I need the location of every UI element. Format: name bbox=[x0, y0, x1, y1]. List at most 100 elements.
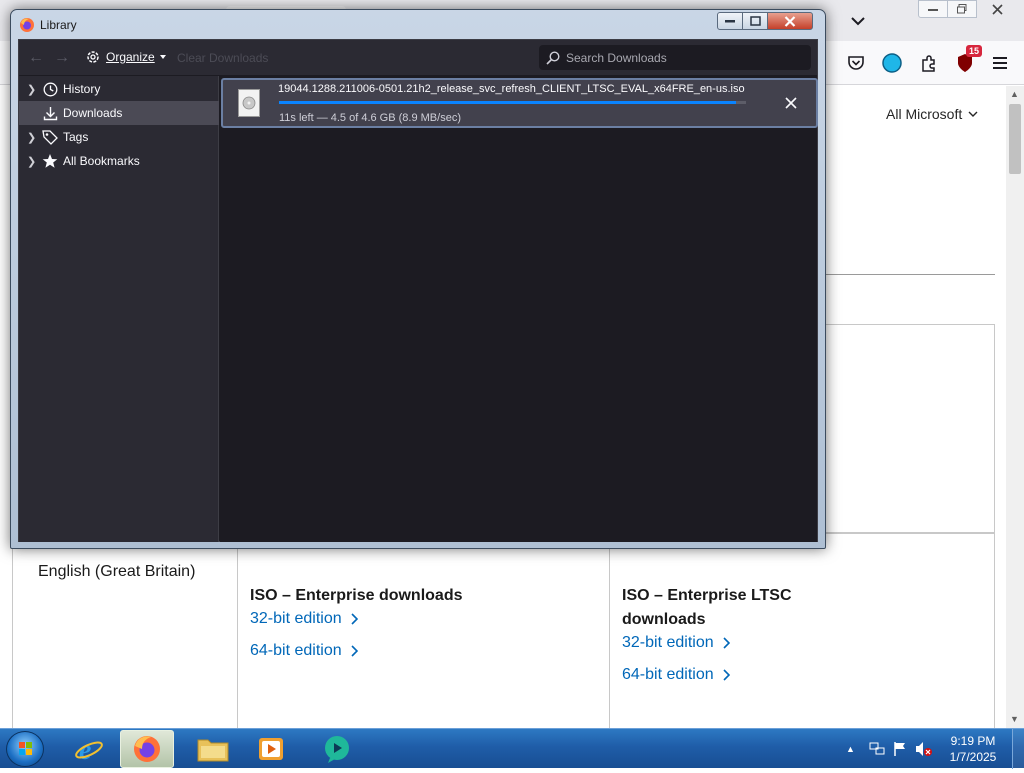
app-menu-button[interactable] bbox=[988, 51, 1012, 75]
system-tray: ▲ bbox=[840, 729, 933, 769]
show-desktop-button[interactable] bbox=[1012, 729, 1024, 769]
search-icon bbox=[546, 50, 560, 65]
dropdown-arrow-icon bbox=[159, 55, 166, 59]
download-table-row: English (Great Britain) ISO – Enterprise… bbox=[12, 532, 995, 728]
puzzle-icon bbox=[922, 55, 935, 72]
chevron-down-icon bbox=[968, 111, 978, 117]
clear-downloads-button[interactable]: Clear Downloads bbox=[177, 51, 268, 65]
library-close-button[interactable] bbox=[767, 12, 813, 30]
sidebar-item-label: All Bookmarks bbox=[63, 154, 140, 168]
enterprise-cell: ISO – Enterprise downloads 32-bit editio… bbox=[237, 533, 609, 728]
system-clock[interactable]: 9:19 PM 1/7/2025 bbox=[938, 733, 1008, 765]
taskbar-file-explorer[interactable] bbox=[186, 730, 240, 768]
windows-logo-icon bbox=[19, 742, 32, 755]
expand-chevron-icon[interactable]: ❯ bbox=[27, 155, 41, 168]
chevron-down-icon bbox=[851, 16, 865, 25]
ltsc-cell: ISO – Enterprise LTSC downloads 32-bit e… bbox=[609, 533, 995, 728]
tab-list-button[interactable] bbox=[846, 10, 870, 32]
action-center-flag-icon[interactable] bbox=[893, 741, 907, 757]
chevron-right-icon bbox=[351, 613, 358, 625]
search-downloads-input[interactable]: Search Downloads bbox=[539, 45, 811, 70]
clock-time: 9:19 PM bbox=[950, 734, 996, 748]
browser-minimize-button[interactable] bbox=[918, 0, 948, 18]
sidebar-item-downloads[interactable]: Downloads bbox=[19, 101, 219, 125]
library-title: Library bbox=[40, 18, 77, 32]
sidebar-item-history[interactable]: ❯ History bbox=[19, 77, 219, 101]
network-icon[interactable] bbox=[869, 742, 885, 756]
library-content: ← → Organize Clear Downloads Search Down… bbox=[18, 39, 818, 542]
expand-chevron-icon[interactable]: ❯ bbox=[27, 131, 41, 144]
library-window: Library ← → Organize Clear Downloads Sea… bbox=[10, 9, 826, 549]
chevron-right-icon bbox=[723, 669, 730, 681]
search-placeholder: Search Downloads bbox=[566, 50, 667, 65]
download-progress-fill bbox=[279, 101, 736, 104]
organize-button[interactable]: Organize bbox=[85, 49, 166, 65]
close-icon bbox=[785, 97, 797, 109]
browser-close-button[interactable] bbox=[976, 0, 1018, 18]
hamburger-menu-icon bbox=[993, 57, 1007, 69]
section-heading: ISO – Enterprise downloads bbox=[250, 587, 463, 604]
organize-label: Organize bbox=[106, 50, 155, 64]
library-maximize-button[interactable] bbox=[742, 12, 768, 30]
link-label: 32-bit edition bbox=[250, 610, 342, 627]
star-icon bbox=[41, 153, 59, 169]
link-label: 64-bit edition bbox=[622, 666, 714, 683]
downloads-list: 19044.1288.211006-0501.21h2_release_svc_… bbox=[220, 76, 818, 542]
pocket-icon bbox=[848, 56, 864, 70]
account-button[interactable] bbox=[880, 51, 904, 75]
scroll-up-arrow-icon[interactable]: ▲ bbox=[1010, 89, 1020, 99]
enterprise-64bit-link[interactable]: 64-bit edition bbox=[250, 641, 358, 661]
taskbar-internet-explorer[interactable]: e bbox=[62, 730, 116, 768]
sidebar-item-label: Tags bbox=[63, 130, 89, 144]
media-player-icon bbox=[259, 738, 283, 760]
account-avatar-icon bbox=[882, 53, 902, 73]
folder-icon bbox=[197, 739, 229, 762]
cancel-download-button[interactable] bbox=[781, 93, 801, 113]
taskbar: e ▲ 9:19 PM 1/7/2025 bbox=[0, 728, 1024, 769]
all-microsoft-menu[interactable]: All Microsoft bbox=[886, 106, 978, 122]
sidebar-item-label: Downloads bbox=[63, 106, 123, 120]
ltsc-32bit-link[interactable]: 32-bit edition bbox=[622, 633, 730, 653]
ublock-extension-button[interactable]: 15 bbox=[953, 45, 983, 75]
minimize-icon bbox=[725, 20, 735, 23]
section-heading-line-2: downloads bbox=[622, 611, 706, 628]
sidebar-item-tags[interactable]: ❯ Tags bbox=[19, 125, 219, 149]
taskbar-media-player[interactable] bbox=[244, 730, 298, 768]
restore-icon bbox=[957, 4, 967, 14]
firefox-icon bbox=[20, 18, 34, 32]
tag-icon bbox=[41, 129, 59, 145]
sidebar-item-label: History bbox=[63, 82, 101, 96]
section-heading-line-1: ISO – Enterprise LTSC bbox=[622, 587, 792, 604]
pocket-button[interactable] bbox=[844, 51, 868, 75]
taskbar-firefox[interactable] bbox=[120, 730, 174, 768]
page-scrollbar[interactable]: ▲ ▼ bbox=[1006, 86, 1024, 728]
back-arrow-icon[interactable]: ← bbox=[28, 49, 44, 67]
scrollbar-thumb[interactable] bbox=[1009, 104, 1021, 174]
link-label: 64-bit edition bbox=[250, 642, 342, 659]
ltsc-64bit-link[interactable]: 64-bit edition bbox=[622, 665, 730, 685]
minimize-icon bbox=[928, 9, 938, 11]
enterprise-32bit-link[interactable]: 32-bit edition bbox=[250, 609, 358, 629]
chevron-right-icon bbox=[351, 645, 358, 657]
library-minimize-button[interactable] bbox=[717, 12, 743, 30]
browser-restore-button[interactable] bbox=[947, 0, 977, 18]
download-item[interactable]: 19044.1288.211006-0501.21h2_release_svc_… bbox=[221, 78, 818, 128]
extensions-button[interactable] bbox=[917, 51, 941, 75]
close-icon bbox=[784, 15, 796, 27]
all-microsoft-label: All Microsoft bbox=[886, 106, 963, 122]
library-titlebar[interactable]: Library bbox=[11, 10, 825, 38]
taskbar-app[interactable] bbox=[310, 730, 364, 768]
show-hidden-icons-icon[interactable]: ▲ bbox=[846, 744, 855, 754]
volume-muted-icon[interactable] bbox=[915, 741, 933, 757]
close-icon bbox=[991, 3, 1003, 15]
sidebar-item-all-bookmarks[interactable]: ❯ All Bookmarks bbox=[19, 149, 219, 173]
gear-icon bbox=[87, 51, 99, 63]
download-filename: 19044.1288.211006-0501.21h2_release_svc_… bbox=[278, 83, 745, 95]
internet-explorer-icon: e bbox=[75, 735, 103, 765]
expand-chevron-icon[interactable]: ❯ bbox=[27, 83, 41, 96]
extension-badge: 15 bbox=[966, 45, 983, 57]
scroll-down-arrow-icon[interactable]: ▼ bbox=[1010, 714, 1020, 724]
start-button[interactable] bbox=[6, 731, 44, 767]
forward-arrow-icon[interactable]: → bbox=[54, 49, 70, 67]
divider bbox=[825, 274, 995, 275]
